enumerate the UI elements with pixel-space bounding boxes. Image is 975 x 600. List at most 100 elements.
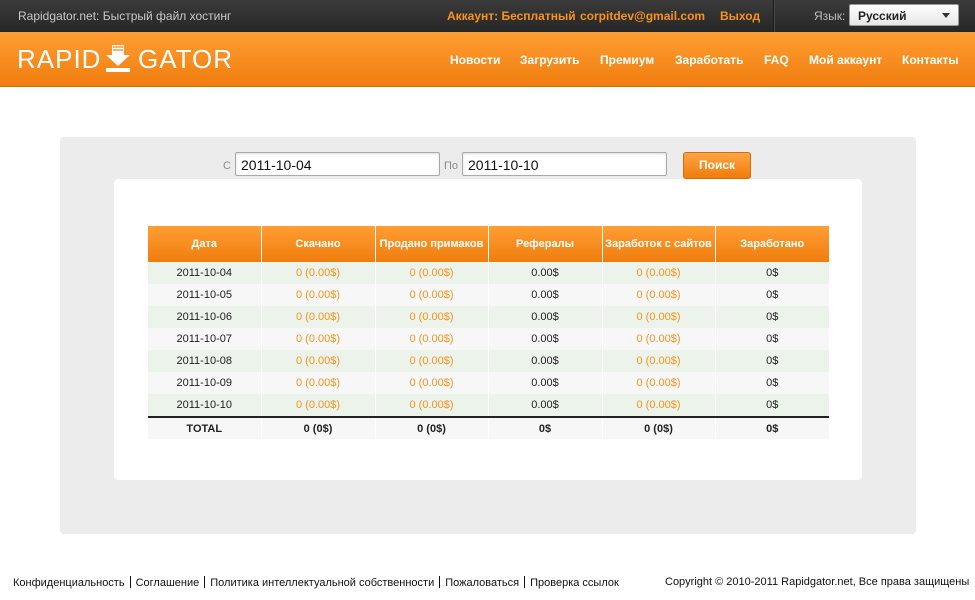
table-row: 2011-10-05 0 (0.00$) 0 (0.00$) 0.00$ 0 (… — [148, 284, 829, 306]
cell-downloaded: 0 (0.00$) — [261, 350, 376, 372]
cell-total-premiums-sold: 0 (0$) — [375, 416, 489, 439]
cell-date: 2011-10-07 — [148, 328, 262, 350]
table-row: 2011-10-04 0 (0.00$) 0 (0.00$) 0.00$ 0 (… — [148, 262, 829, 284]
cell-site-earnings: 0 (0.00$) — [602, 284, 716, 306]
cell-date: 2011-10-10 — [148, 394, 262, 417]
stats-table: Дата Скачано Продано примаков Рефералы З… — [148, 226, 829, 439]
cell-referrals: 0.00$ — [488, 284, 603, 306]
copyright: Copyright © 2010-2011 Rapidgator.net, Вс… — [665, 576, 970, 588]
download-arrow-icon — [106, 45, 130, 72]
cell-downloaded: 0 (0.00$) — [261, 372, 376, 394]
top-bar: Rapidgator.net: Быстрый файл хостинг Акк… — [0, 0, 975, 32]
cell-site-earnings: 0 (0.00$) — [602, 372, 716, 394]
cell-downloaded: 0 (0.00$) — [261, 262, 376, 284]
cell-date: 2011-10-09 — [148, 372, 262, 394]
table-row: 2011-10-06 0 (0.00$) 0 (0.00$) 0.00$ 0 (… — [148, 306, 829, 328]
col-header-earned: Заработано — [715, 226, 829, 262]
cell-earned: 0$ — [715, 262, 829, 284]
footer-links: Конфиденциальность Соглашение Политика инт… — [13, 576, 619, 589]
cell-referrals: 0.00$ — [488, 262, 603, 284]
footer-divider — [129, 576, 131, 588]
language-select-value: Русский — [858, 9, 907, 23]
cell-site-earnings: 0 (0.00$) — [602, 328, 716, 350]
cell-referrals: 0.00$ — [488, 394, 603, 417]
account-status: Аккаунт: Бесплатный — [447, 9, 576, 23]
cell-downloaded: 0 (0.00$) — [261, 306, 376, 328]
cell-premiums-sold: 0 (0.00$) — [375, 328, 489, 350]
logo-text-rapid: RAPID — [17, 44, 102, 74]
cell-site-earnings: 0 (0.00$) — [602, 394, 716, 417]
search-button[interactable]: Поиск — [683, 152, 751, 179]
nav-news[interactable]: Новости — [450, 53, 500, 67]
cell-premiums-sold: 0 (0.00$) — [375, 394, 489, 417]
cell-site-earnings: 0 (0.00$) — [602, 350, 716, 372]
cell-earned: 0$ — [715, 328, 829, 350]
cell-date: 2011-10-08 — [148, 350, 262, 372]
col-header-premiums-sold: Продано примаков — [375, 226, 489, 262]
cell-total-label: TOTAL — [148, 416, 262, 439]
cell-earned: 0$ — [715, 372, 829, 394]
footer-link-privacy[interactable]: Конфиденциальность — [13, 577, 125, 589]
table-row: 2011-10-07 0 (0.00$) 0 (0.00$) 0.00$ 0 (… — [148, 328, 829, 350]
cell-premiums-sold: 0 (0.00$) — [375, 350, 489, 372]
col-header-downloaded: Скачано — [261, 226, 376, 262]
table-total-row: TOTAL 0 (0$) 0 (0$) 0$ 0 (0$) 0$ — [148, 416, 829, 439]
cell-premiums-sold: 0 (0.00$) — [375, 372, 489, 394]
table-header-row: Дата Скачано Продано примаков Рефералы З… — [148, 226, 829, 262]
cell-earned: 0$ — [715, 284, 829, 306]
cell-date: 2011-10-05 — [148, 284, 262, 306]
logo-text-gator: GATOR — [138, 44, 234, 74]
from-date-input[interactable]: 2011-10-04 — [235, 152, 440, 176]
cell-referrals: 0.00$ — [488, 372, 603, 394]
col-header-site-earnings: Заработок с сайтов — [602, 226, 716, 262]
cell-referrals: 0.00$ — [488, 328, 603, 350]
cell-date: 2011-10-06 — [148, 306, 262, 328]
cell-earned: 0$ — [715, 350, 829, 372]
footer-link-link-checker[interactable]: Проверка ссылок — [530, 577, 619, 589]
footer-divider — [204, 576, 206, 588]
nav-premium[interactable]: Премиум — [600, 53, 654, 67]
cell-referrals: 0.00$ — [488, 306, 603, 328]
language-select[interactable]: Русский — [849, 4, 959, 26]
footer-divider — [524, 576, 526, 588]
col-header-date: Дата — [148, 226, 262, 262]
footer-link-agreement[interactable]: Соглашение — [136, 577, 200, 589]
footer-link-report[interactable]: Пожаловаться — [445, 577, 519, 589]
nav-my-account[interactable]: Мой аккаунт — [809, 53, 882, 67]
cell-downloaded: 0 (0.00$) — [261, 328, 376, 350]
logout-link[interactable]: Выход — [720, 9, 760, 23]
nav-earn[interactable]: Заработать — [675, 53, 743, 67]
cell-earned: 0$ — [715, 306, 829, 328]
cell-total-downloaded: 0 (0$) — [261, 416, 376, 439]
cell-total-site-earnings: 0 (0$) — [602, 416, 716, 439]
footer-link-ip-policy[interactable]: Политика интеллектуальной собственности — [210, 577, 434, 589]
nav-upload[interactable]: Загрузить — [520, 53, 579, 67]
cell-total-referrals: 0$ — [488, 416, 603, 439]
to-date-input[interactable]: 2011-10-10 — [462, 152, 667, 176]
cell-site-earnings: 0 (0.00$) — [602, 306, 716, 328]
table-row: 2011-10-10 0 (0.00$) 0 (0.00$) 0.00$ 0 (… — [148, 394, 829, 417]
cell-downloaded: 0 (0.00$) — [261, 394, 376, 417]
account-email-link[interactable]: corpitdev@gmail.com — [580, 9, 705, 23]
to-date-label: По — [444, 160, 459, 172]
nav-faq[interactable]: FAQ — [764, 53, 789, 67]
cell-total-earned: 0$ — [715, 416, 829, 439]
nav-contacts[interactable]: Контакты — [902, 53, 959, 67]
cell-earned: 0$ — [715, 394, 829, 417]
cell-premiums-sold: 0 (0.00$) — [375, 284, 489, 306]
cell-referrals: 0.00$ — [488, 350, 603, 372]
cell-premiums-sold: 0 (0.00$) — [375, 262, 489, 284]
cell-downloaded: 0 (0.00$) — [261, 284, 376, 306]
cell-site-earnings: 0 (0.00$) — [602, 262, 716, 284]
topbar-divider — [773, 0, 774, 32]
footer-divider — [439, 576, 441, 588]
site-title: Rapidgator.net: Быстрый файл хостинг — [18, 9, 232, 23]
header: RAPID GATOR Новости Загрузить Премиум За… — [0, 32, 975, 87]
chevron-down-icon — [942, 13, 950, 18]
table-row: 2011-10-09 0 (0.00$) 0 (0.00$) 0.00$ 0 (… — [148, 372, 829, 394]
cell-date: 2011-10-04 — [148, 262, 262, 284]
language-label: Язык: — [814, 9, 846, 23]
from-date-label: С — [223, 160, 231, 172]
cell-premiums-sold: 0 (0.00$) — [375, 306, 489, 328]
col-header-referrals: Рефералы — [488, 226, 603, 262]
